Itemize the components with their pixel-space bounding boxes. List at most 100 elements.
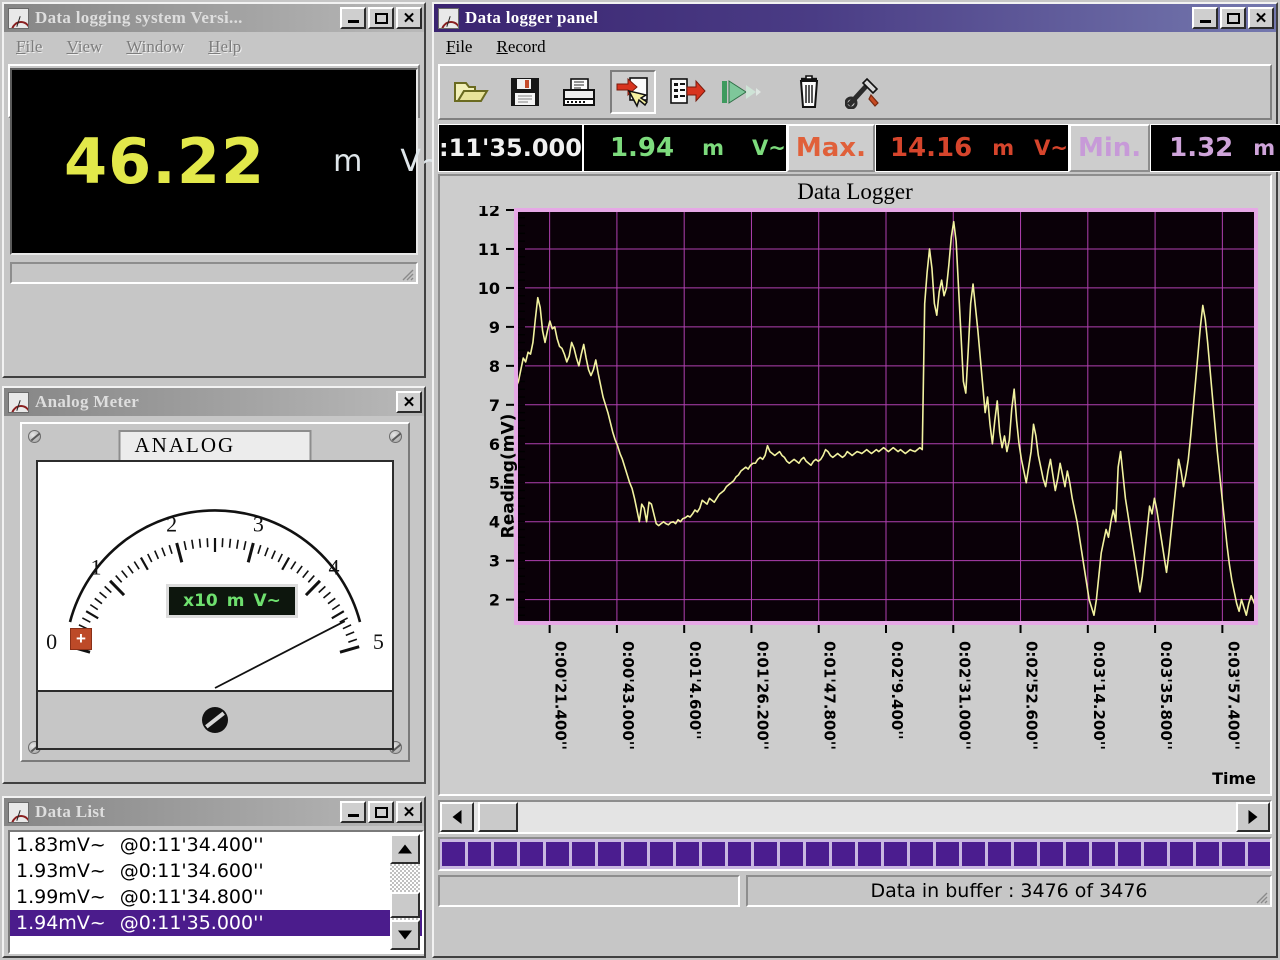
progress-segment — [598, 842, 621, 866]
play-icon[interactable] — [718, 70, 764, 114]
data-logger-title: Data logger panel — [465, 8, 599, 27]
maximize-button[interactable] — [1220, 7, 1246, 29]
chart-x-tick-label: 0:03'57.400'' — [1224, 641, 1242, 750]
progress-segment — [1144, 842, 1167, 866]
readout-current: 1.94 m V~ — [582, 124, 787, 172]
progress-segment — [1118, 842, 1141, 866]
progress-segment — [650, 842, 673, 866]
chart-y-tick-label: 11 — [478, 240, 500, 259]
progress-segment — [936, 842, 959, 866]
close-button[interactable]: ✕ — [396, 801, 422, 823]
progress-segment — [546, 842, 569, 866]
list-item[interactable]: 1.93mV~ @0:11'34.600'' — [10, 858, 422, 884]
list-item-time: @0:11'34.600'' — [119, 860, 264, 882]
data-list-area[interactable]: 1.83mV~ @0:11'34.400'' 1.93mV~ @0:11'34.600… — [8, 830, 424, 954]
data-list-buttons: ✕ — [340, 801, 422, 823]
main-window-titlebar[interactable]: Data logging system Versi... ✕ — [4, 4, 424, 32]
save-floppy-icon[interactable] — [502, 70, 548, 114]
progress-segment — [1170, 842, 1193, 866]
chart-x-tick-label: 0:03'35.800'' — [1157, 641, 1175, 750]
tools-icon[interactable] — [840, 70, 886, 114]
min-prefix: m — [1253, 136, 1276, 160]
maximize-button[interactable] — [368, 801, 394, 823]
close-button[interactable]: ✕ — [396, 7, 422, 29]
meter-scale-label: 2 — [166, 512, 177, 537]
trash-icon[interactable] — [786, 70, 832, 114]
chart-x-tick-label: 0:02'52.600'' — [1023, 641, 1041, 750]
scroll-right-button[interactable] — [1236, 802, 1270, 832]
progress-segment — [468, 842, 491, 866]
list-item[interactable]: 1.83mV~ @0:11'34.400'' — [10, 832, 422, 858]
menu-help[interactable]: Help — [208, 37, 241, 57]
chart-plot[interactable]: 234567891011120:00'21.400'' 0:00'43.000''… — [440, 206, 1274, 791]
progress-segment — [442, 842, 465, 866]
range-multiplier: x10 — [183, 591, 218, 611]
scrollbar-thumb[interactable] — [390, 892, 420, 918]
scroll-down-button[interactable] — [390, 920, 420, 950]
print-icon[interactable] — [556, 70, 602, 114]
scroll-left-button[interactable] — [440, 802, 474, 832]
progress-segment — [780, 842, 803, 866]
meter-needle — [214, 620, 346, 689]
menu-view[interactable]: View — [66, 37, 102, 57]
progress-segment — [702, 842, 725, 866]
scrollbar-thumb[interactable] — [478, 802, 518, 832]
readout-max: 14.16 m V~ — [874, 124, 1069, 172]
chart-y-tick-label: 2 — [489, 591, 500, 610]
menu-file[interactable]: File — [446, 37, 472, 57]
meter-footer — [36, 692, 394, 750]
maximize-button[interactable] — [368, 7, 394, 29]
screw-icon — [28, 430, 41, 443]
minimize-button[interactable] — [340, 7, 366, 29]
close-button[interactable]: ✕ — [396, 391, 422, 413]
meter-scale-label: 4 — [328, 555, 339, 580]
progress-segment — [1066, 842, 1089, 866]
list-item-time: @0:11'34.800'' — [119, 886, 264, 908]
data-list-window: Data List ✕ 1.83mV~ @0:11'34.400'' 1.93mV~… — [2, 796, 426, 958]
screw-icon — [389, 430, 402, 443]
data-list-scrollbar[interactable] — [390, 834, 420, 950]
progress-segment — [624, 842, 647, 866]
chart-y-tick-label: 10 — [478, 279, 500, 298]
minimize-button[interactable] — [340, 801, 366, 823]
meter-icon — [8, 391, 29, 413]
scrollbar-track[interactable] — [518, 802, 1236, 832]
chart-horizontal-scrollbar[interactable] — [438, 800, 1272, 834]
menu-file[interactable]: File — [16, 37, 42, 57]
menu-window[interactable]: Window — [126, 37, 184, 57]
import-data-icon[interactable] — [610, 70, 656, 114]
digital-value: 46.22 — [64, 125, 266, 198]
progress-segment — [1040, 842, 1063, 866]
progress-segment — [884, 842, 907, 866]
data-logger-titlebar[interactable]: Data logger panel ✕ — [434, 4, 1276, 32]
list-item[interactable]: 1.94mV~ @0:11'35.000'' — [10, 910, 422, 936]
current-unit: V~ — [752, 136, 786, 160]
resize-grip-icon[interactable] — [1254, 890, 1268, 904]
data-logger-statusbar: Data in buffer : 3476 of 3476 — [438, 875, 1272, 907]
scroll-up-button[interactable] — [390, 834, 420, 864]
data-logger-panel-window: Data logger panel ✕ File Record:11'35.0… — [432, 2, 1280, 958]
progress-segment — [832, 842, 855, 866]
zero-adjust-screw-icon[interactable] — [202, 707, 228, 733]
progress-segment — [728, 842, 751, 866]
chart-x-tick-label: 0:02'9.400'' — [888, 641, 906, 740]
resize-grip-icon[interactable] — [400, 267, 414, 281]
analog-meter-titlebar[interactable]: Analog Meter ✕ — [4, 388, 424, 416]
data-list-titlebar[interactable]: Data List ✕ — [4, 798, 424, 826]
list-item[interactable]: 1.99mV~ @0:11'34.800'' — [10, 884, 422, 910]
export-data-icon[interactable] — [664, 70, 710, 114]
meter-scale-label: 3 — [253, 512, 264, 537]
main-window-buttons: ✕ — [340, 7, 422, 29]
chart-x-tick-label: 0:03'14.200'' — [1090, 641, 1108, 750]
digital-readout-display: 46.22 m V~ — [10, 68, 446, 255]
meter-scale: 0 1 2 3 4 5 — [46, 509, 384, 689]
menu-record[interactable]: Record — [496, 37, 545, 57]
minimize-button[interactable] — [1192, 7, 1218, 29]
data-logger-menubar: File Record — [434, 32, 1276, 62]
list-item-time: @0:11'35.000'' — [119, 912, 264, 934]
chart-y-tick-label: 3 — [489, 552, 500, 571]
open-folder-icon[interactable] — [448, 70, 494, 114]
meter-icon — [8, 7, 29, 29]
close-button[interactable]: ✕ — [1248, 7, 1274, 29]
meter-icon — [8, 801, 29, 823]
